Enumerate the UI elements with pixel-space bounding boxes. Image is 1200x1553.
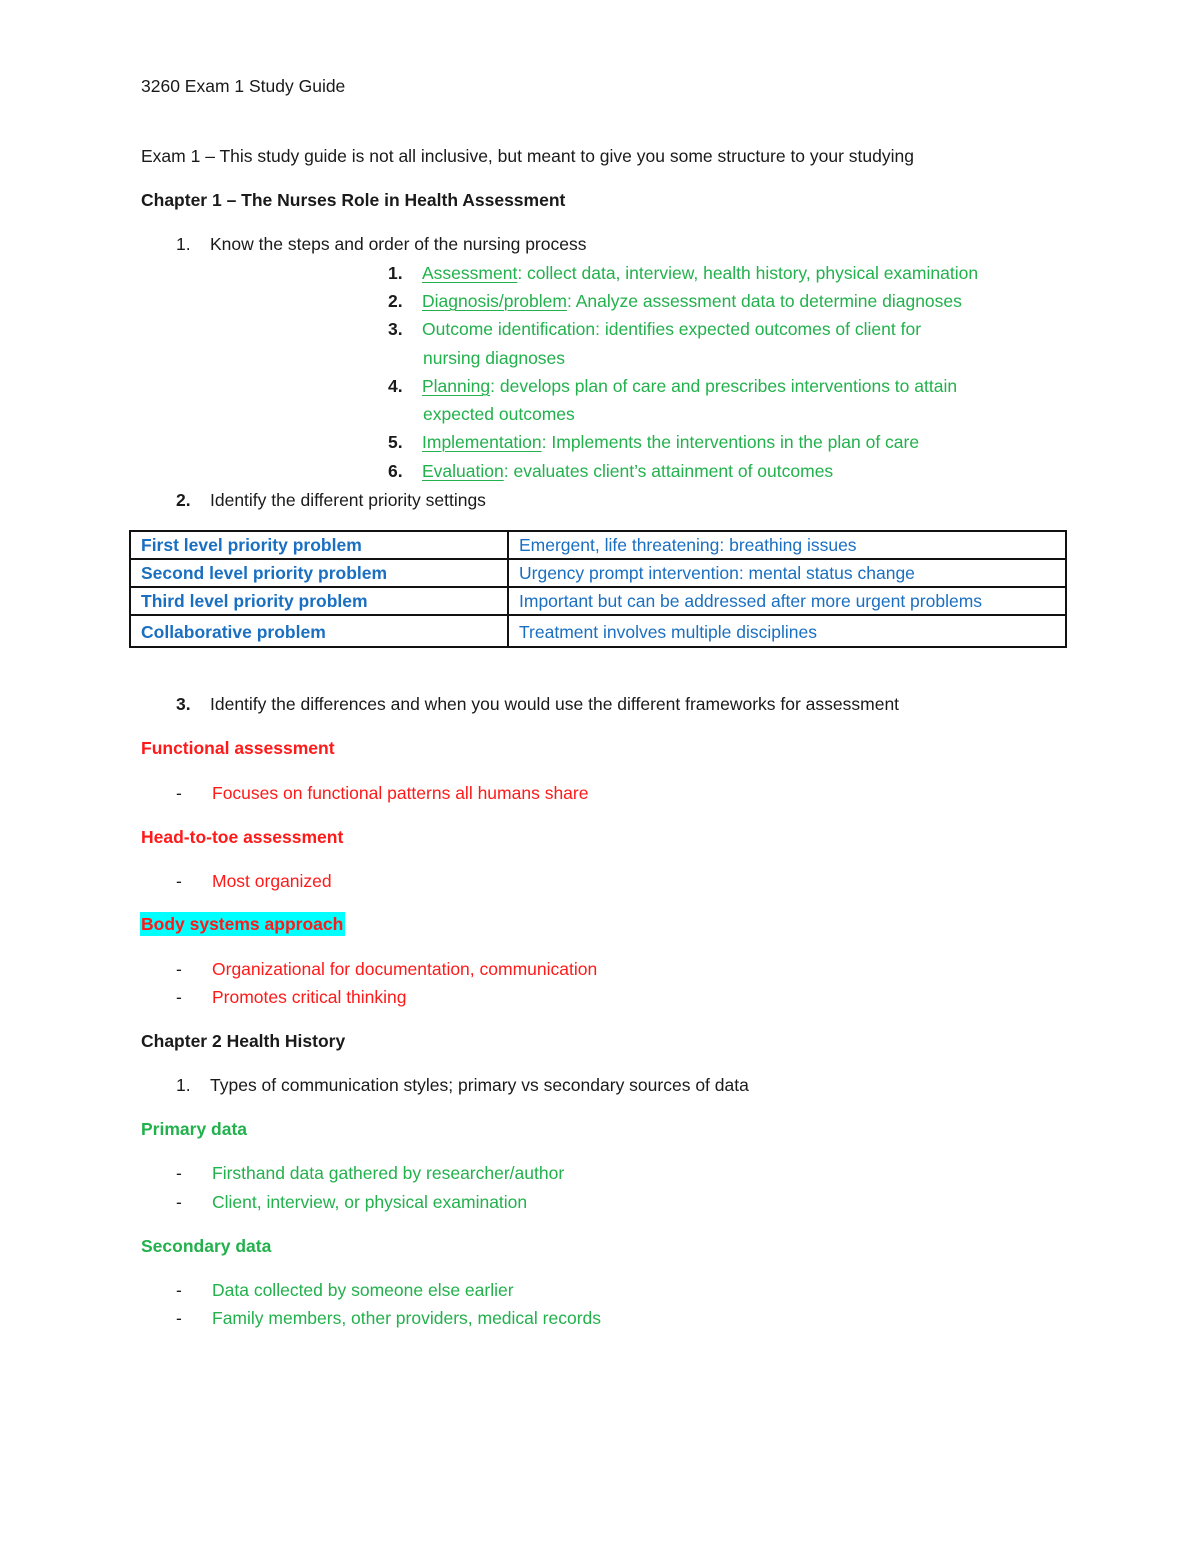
priority-level: Second level priority problem <box>129 558 509 588</box>
question-text: Identify the differences and when you wo… <box>210 694 900 714</box>
list-number: 6. <box>388 461 403 481</box>
list-number: 1. <box>176 234 191 254</box>
step-description: : Implements the interventions in the pl… <box>541 432 920 452</box>
framework-point: - Promotes critical thinking <box>176 986 407 1008</box>
list-number: 2. <box>388 291 403 311</box>
framework-point: - Focuses on functional patterns all huma… <box>176 782 588 804</box>
bullet-dash: - <box>176 1192 182 1212</box>
step-continuation: expected outcomes <box>423 404 575 424</box>
framework-heading: Head-to-toe assessment <box>141 827 344 847</box>
list-number: 1. <box>176 1075 191 1095</box>
priority-description: Urgency prompt intervention: mental stat… <box>507 558 1067 588</box>
step-continuation: nursing diagnoses <box>423 348 566 368</box>
list-number: 3. <box>388 319 403 339</box>
chapter1-question-2: 2. Identify the different priority settin… <box>176 489 486 511</box>
priority-table: First level priority problem Emergent, l… <box>129 530 1067 648</box>
step-term: Implementation <box>422 432 542 452</box>
step-term: Evaluation <box>422 461 504 481</box>
bullet-dash: - <box>176 1280 182 1300</box>
chapter1-heading: Chapter 1 – The Nurses Role in Health As… <box>141 190 566 210</box>
table-row: Third level priority problem Important b… <box>129 586 1067 616</box>
list-number: 5. <box>388 432 403 452</box>
nursing-process-step: 4. Planning: develops plan of care and pr… <box>388 375 957 397</box>
priority-level: First level priority problem <box>129 530 509 560</box>
step-description: : collect data, interview, health histor… <box>517 263 979 283</box>
primary-data-point: - Client, interview, or physical examinat… <box>176 1191 527 1213</box>
step-term: Assessment <box>422 263 518 283</box>
chapter2-heading: Chapter 2 Health History <box>141 1031 346 1051</box>
step-description: : evaluates client’s attainment of outco… <box>503 461 834 481</box>
nursing-process-step: 6. Evaluation: evaluates client’s attainm… <box>388 460 833 482</box>
step-description: : develops plan of care and prescribes i… <box>490 376 958 396</box>
question-text: Identify the different priority settings <box>210 490 486 510</box>
point-text: Family members, other providers, medical… <box>212 1308 602 1328</box>
secondary-data-point: - Data collected by someone else earlier <box>176 1279 514 1301</box>
document-title: 3260 Exam 1 Study Guide <box>141 76 346 96</box>
point-text: Organizational for documentation, commun… <box>212 959 598 979</box>
point-text: Promotes critical thinking <box>212 987 407 1007</box>
step-description: : identifies expected outcomes of client… <box>595 319 922 339</box>
bullet-dash: - <box>176 959 182 979</box>
point-text: Most organized <box>212 871 332 891</box>
point-text: Firsthand data gathered by researcher/au… <box>212 1163 565 1183</box>
framework-point: - Organizational for documentation, commu… <box>176 958 597 980</box>
nursing-process-step: 2. Diagnosis/problem: Analyze assessment … <box>388 290 962 312</box>
chapter2-question-1: 1. Types of communication styles; primary… <box>176 1074 749 1096</box>
framework-heading: Functional assessment <box>141 738 335 758</box>
step-term: Diagnosis/problem <box>422 291 567 311</box>
primary-data-heading: Primary data <box>141 1119 248 1139</box>
priority-level: Third level priority problem <box>129 586 509 616</box>
step-term: Outcome identification <box>422 319 596 339</box>
chapter1-question-1: 1. Know the steps and order of the nursin… <box>176 233 586 255</box>
priority-description: Treatment involves multiple disciplines <box>507 614 1067 648</box>
bullet-dash: - <box>176 987 182 1007</box>
intro-text: Exam 1 – This study guide is not all inc… <box>141 146 914 166</box>
priority-description: Emergent, life threatening: breathing is… <box>507 530 1067 560</box>
framework-point: - Most organized <box>176 870 332 892</box>
framework-heading-highlighted: Body systems approach <box>140 912 346 936</box>
question-text: Know the steps and order of the nursing … <box>210 234 587 254</box>
bullet-dash: - <box>176 871 182 891</box>
bullet-dash: - <box>176 1308 182 1328</box>
table-row: Collaborative problem Treatment involves… <box>129 614 1067 648</box>
bullet-dash: - <box>176 1163 182 1183</box>
list-number: 4. <box>388 376 403 396</box>
step-term: Planning <box>422 376 491 396</box>
question-text: Types of communication styles; primary v… <box>210 1075 749 1095</box>
nursing-process-step: 3. Outcome identification: identifies exp… <box>388 318 921 340</box>
point-text: Client, interview, or physical examinati… <box>212 1192 528 1212</box>
point-text: Focuses on functional patterns all human… <box>212 783 589 803</box>
priority-level: Collaborative problem <box>129 614 509 648</box>
list-number: 2. <box>176 490 191 510</box>
priority-description: Important but can be addressed after mor… <box>507 586 1067 616</box>
nursing-process-step: 5. Implementation: Implements the interve… <box>388 431 919 453</box>
primary-data-point: - Firsthand data gathered by researcher/a… <box>176 1162 564 1184</box>
bullet-dash: - <box>176 783 182 803</box>
highlighted-text: Body systems approach <box>140 912 346 936</box>
nursing-process-step: 1. Assessment: collect data, interview, h… <box>388 262 978 284</box>
table-row: First level priority problem Emergent, l… <box>129 530 1067 560</box>
step-description: : Analyze assessment data to determine d… <box>566 291 962 311</box>
secondary-data-heading: Secondary data <box>141 1236 272 1256</box>
secondary-data-point: - Family members, other providers, medica… <box>176 1307 601 1329</box>
point-text: Data collected by someone else earlier <box>212 1280 514 1300</box>
list-number: 1. <box>388 263 403 283</box>
table-row: Second level priority problem Urgency pr… <box>129 558 1067 588</box>
chapter1-question-3: 3. Identify the differences and when you … <box>176 693 899 715</box>
list-number: 3. <box>176 694 191 714</box>
